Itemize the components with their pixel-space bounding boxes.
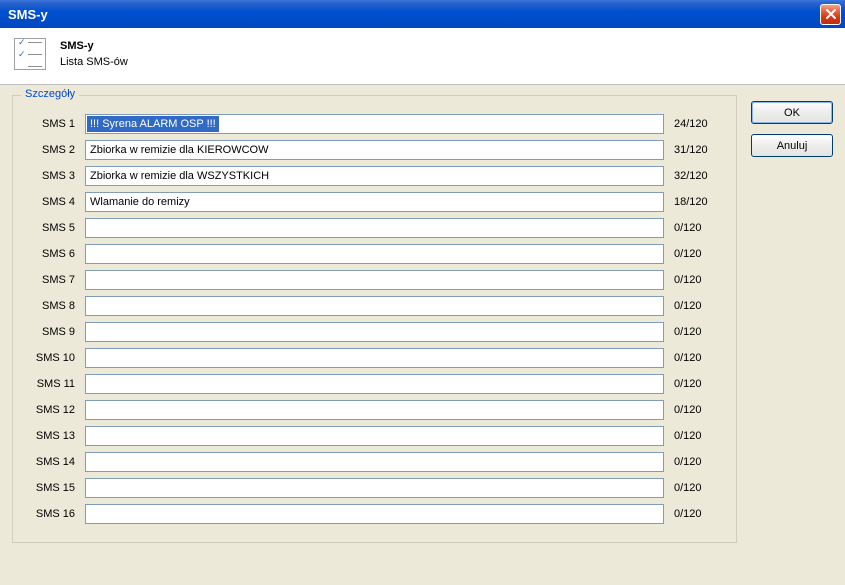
sms-row: SMS 9 0/120 bbox=[29, 322, 720, 342]
header-subtitle: Lista SMS-ów bbox=[60, 56, 128, 68]
sms-input[interactable] bbox=[85, 270, 664, 290]
details-groupbox: Szczegóły SMS 1!!! Syrena ALARM OSP !!!2… bbox=[12, 95, 737, 543]
groupbox-label: Szczegóły bbox=[21, 88, 79, 100]
sms-label: SMS 14 bbox=[29, 456, 75, 468]
sms-char-count: 24/120 bbox=[674, 118, 720, 130]
sms-input[interactable] bbox=[85, 166, 664, 186]
titlebar[interactable]: SMS-y bbox=[0, 0, 845, 28]
sms-char-count: 0/120 bbox=[674, 222, 720, 234]
sms-label: SMS 4 bbox=[29, 196, 75, 208]
sms-char-count: 18/120 bbox=[674, 196, 720, 208]
sms-input[interactable] bbox=[85, 322, 664, 342]
sms-input[interactable]: !!! Syrena ALARM OSP !!! bbox=[85, 114, 664, 134]
sms-input[interactable] bbox=[85, 192, 664, 212]
sms-row: SMS 13 0/120 bbox=[29, 426, 720, 446]
sms-label: SMS 7 bbox=[29, 274, 75, 286]
sms-row: SMS 11 0/120 bbox=[29, 374, 720, 394]
list-icon: ✓ ✓ ✓ bbox=[14, 38, 46, 70]
sms-row: SMS 3 32/120 bbox=[29, 166, 720, 186]
header-title: SMS-y bbox=[60, 40, 128, 52]
sms-input[interactable] bbox=[85, 452, 664, 472]
sms-char-count: 31/120 bbox=[674, 144, 720, 156]
sms-char-count: 0/120 bbox=[674, 326, 720, 338]
side-buttons: OK Anuluj bbox=[751, 95, 833, 157]
cancel-button[interactable]: Anuluj bbox=[751, 134, 833, 157]
sms-char-count: 32/120 bbox=[674, 170, 720, 182]
sms-char-count: 0/120 bbox=[674, 404, 720, 416]
sms-row: SMS 14 0/120 bbox=[29, 452, 720, 472]
sms-label: SMS 2 bbox=[29, 144, 75, 156]
sms-row: SMS 7 0/120 bbox=[29, 270, 720, 290]
sms-label: SMS 6 bbox=[29, 248, 75, 260]
sms-char-count: 0/120 bbox=[674, 300, 720, 312]
ok-button[interactable]: OK bbox=[751, 101, 833, 124]
sms-row: SMS 15 0/120 bbox=[29, 478, 720, 498]
sms-row: SMS 12 0/120 bbox=[29, 400, 720, 420]
sms-label: SMS 13 bbox=[29, 430, 75, 442]
sms-label: SMS 10 bbox=[29, 352, 75, 364]
sms-label: SMS 9 bbox=[29, 326, 75, 338]
content-area: Szczegóły SMS 1 !!! Syrena ALARM OSP !!! 2… bbox=[0, 85, 845, 555]
sms-row: SMS 5 0/120 bbox=[29, 218, 720, 238]
sms-label: SMS 1 bbox=[29, 118, 75, 130]
sms-label: SMS 15 bbox=[29, 482, 75, 494]
sms-char-count: 0/120 bbox=[674, 274, 720, 286]
sms-input[interactable] bbox=[85, 400, 664, 420]
sms-label: SMS 16 bbox=[29, 508, 75, 520]
sms-char-count: 0/120 bbox=[674, 352, 720, 364]
sms-char-count: 0/120 bbox=[674, 430, 720, 442]
sms-input[interactable] bbox=[85, 244, 664, 264]
window-title: SMS-y bbox=[8, 7, 820, 22]
sms-char-count: 0/120 bbox=[674, 378, 720, 390]
sms-row: SMS 16 0/120 bbox=[29, 504, 720, 524]
sms-char-count: 0/120 bbox=[674, 482, 720, 494]
sms-label: SMS 5 bbox=[29, 222, 75, 234]
header-strip: ✓ ✓ ✓ SMS-y Lista SMS-ów bbox=[0, 28, 845, 85]
sms-row: SMS 1 !!! Syrena ALARM OSP !!! 24/120 bbox=[29, 114, 720, 134]
sms-input[interactable] bbox=[85, 504, 664, 524]
sms-label: SMS 12 bbox=[29, 404, 75, 416]
sms-input-selected-text: !!! Syrena ALARM OSP !!! bbox=[87, 116, 219, 132]
sms-label: SMS 8 bbox=[29, 300, 75, 312]
sms-input[interactable] bbox=[85, 140, 664, 160]
close-icon bbox=[826, 9, 836, 19]
sms-row: SMS 2 31/120 bbox=[29, 140, 720, 160]
sms-input[interactable] bbox=[85, 218, 664, 238]
sms-input[interactable] bbox=[85, 426, 664, 446]
close-button[interactable] bbox=[820, 4, 841, 25]
sms-char-count: 0/120 bbox=[674, 456, 720, 468]
sms-input[interactable] bbox=[85, 478, 664, 498]
sms-input[interactable] bbox=[85, 348, 664, 368]
sms-row: SMS 6 0/120 bbox=[29, 244, 720, 264]
sms-char-count: 0/120 bbox=[674, 508, 720, 520]
sms-input[interactable] bbox=[85, 374, 664, 394]
sms-label: SMS 11 bbox=[29, 378, 75, 390]
sms-row: SMS 4 18/120 bbox=[29, 192, 720, 212]
sms-char-count: 0/120 bbox=[674, 248, 720, 260]
sms-row: SMS 10 0/120 bbox=[29, 348, 720, 368]
sms-row: SMS 8 0/120 bbox=[29, 296, 720, 316]
sms-input[interactable] bbox=[85, 296, 664, 316]
sms-label: SMS 3 bbox=[29, 170, 75, 182]
